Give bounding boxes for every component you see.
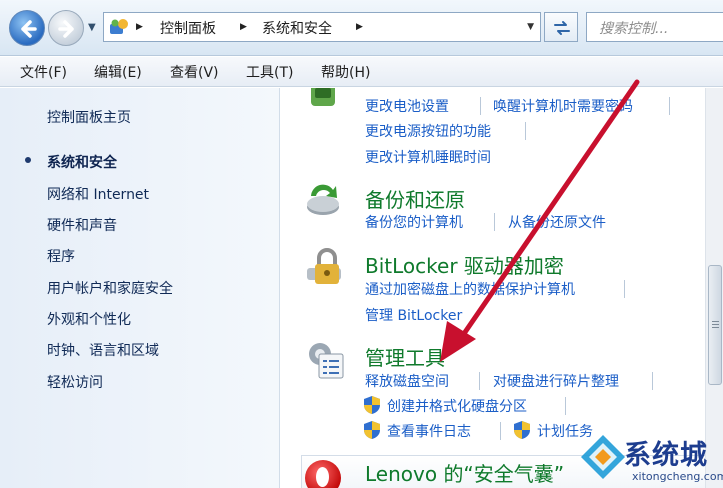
nav-item-clock-language[interactable]: 时钟、语言和区域 bbox=[47, 340, 159, 360]
breadcrumb-system-security[interactable]: 系统和安全 bbox=[262, 18, 332, 38]
refresh-icon bbox=[554, 21, 570, 35]
nav-item-appearance[interactable]: 外观和个性化 bbox=[47, 309, 131, 329]
address-dropdown-icon[interactable]: ▼ bbox=[527, 22, 534, 32]
nav-control-panel-home[interactable]: 控制面板主页 bbox=[47, 107, 131, 127]
main-content: 更改电池设置 唤醒计算机时需要密码 更改电源按钮的功能 更改计算机睡眠时间 备份… bbox=[281, 88, 705, 488]
link-change-battery-settings[interactable]: 更改电池设置 bbox=[365, 96, 449, 116]
link-protect-data-encryption[interactable]: 通过加密磁盘上的数据保护计算机 bbox=[365, 279, 575, 299]
link-view-event-logs[interactable]: 查看事件日志 bbox=[387, 421, 471, 441]
link-divider bbox=[500, 422, 501, 440]
link-free-disk-space[interactable]: 释放磁盘空间 bbox=[365, 371, 449, 391]
back-arrow-icon bbox=[21, 20, 37, 38]
link-create-format-partitions[interactable]: 创建并格式化硬盘分区 bbox=[387, 396, 527, 416]
power-options-icon bbox=[311, 88, 335, 106]
nav-item-ease-of-access[interactable]: 轻松访问 bbox=[47, 372, 103, 392]
admin-tools-icon bbox=[309, 343, 344, 379]
menu-bar: 文件(F) 编辑(E) 查看(V) 工具(T) 帮助(H) bbox=[0, 57, 723, 87]
link-defragment-disk[interactable]: 对硬盘进行碎片整理 bbox=[493, 371, 619, 391]
link-require-password-on-wake[interactable]: 唤醒计算机时需要密码 bbox=[493, 96, 633, 116]
lenovo-airbag-icon bbox=[305, 460, 341, 488]
current-item-bullet-icon bbox=[25, 157, 31, 163]
link-sleep-time[interactable]: 更改计算机睡眠时间 bbox=[365, 147, 491, 167]
address-path-box[interactable]: ▶ 控制面板 ▶ 系统和安全 ▶ ▼ bbox=[103, 12, 541, 42]
link-divider bbox=[494, 213, 495, 231]
breadcrumb-separator-icon[interactable]: ▶ bbox=[240, 22, 247, 32]
link-divider bbox=[480, 97, 481, 115]
menu-file[interactable]: 文件(F) bbox=[20, 62, 67, 82]
scrollbar-thumb[interactable] bbox=[708, 265, 722, 385]
link-restore-from-backup[interactable]: 从备份还原文件 bbox=[508, 212, 606, 232]
link-manage-bitlocker[interactable]: 管理 BitLocker bbox=[365, 305, 462, 325]
breadcrumb-separator-icon[interactable]: ▶ bbox=[356, 22, 363, 32]
nav-item-programs[interactable]: 程序 bbox=[47, 246, 75, 266]
backup-restore-icon bbox=[307, 184, 339, 215]
recent-pages-dropdown[interactable]: ▼ bbox=[88, 22, 96, 33]
link-divider bbox=[565, 397, 566, 415]
watermark-url: xitongcheng.com bbox=[632, 470, 723, 483]
menu-tools[interactable]: 工具(T) bbox=[246, 62, 293, 82]
link-divider bbox=[624, 280, 625, 298]
link-divider bbox=[525, 122, 526, 140]
category-title-bitlocker[interactable]: BitLocker 驱动器加密 bbox=[365, 250, 564, 279]
nav-item-hardware-sound[interactable]: 硬件和声音 bbox=[47, 215, 117, 235]
breadcrumb-separator-icon[interactable]: ▶ bbox=[136, 22, 143, 32]
watermark-title: 系统城 bbox=[624, 440, 708, 471]
bitlocker-icon bbox=[307, 248, 341, 284]
category-title-lenovo-airbag[interactable]: Lenovo 的“安全气囊” bbox=[365, 458, 564, 487]
category-title-backup-restore[interactable]: 备份和还原 bbox=[365, 184, 465, 213]
category-title-admin-tools[interactable]: 管理工具 bbox=[365, 342, 445, 371]
uac-shield-icon bbox=[364, 421, 380, 439]
link-power-button-function[interactable]: 更改电源按钮的功能 bbox=[365, 121, 491, 141]
menu-help[interactable]: 帮助(H) bbox=[321, 62, 370, 82]
vertical-scrollbar[interactable] bbox=[705, 88, 723, 488]
breadcrumb-control-panel[interactable]: 控制面板 bbox=[160, 18, 216, 38]
link-divider bbox=[669, 97, 670, 115]
nav-item-system-security[interactable]: 系统和安全 bbox=[47, 152, 117, 172]
menu-edit[interactable]: 编辑(E) bbox=[94, 62, 142, 82]
refresh-button[interactable] bbox=[544, 12, 578, 42]
link-divider bbox=[652, 372, 653, 390]
forward-arrow-icon bbox=[58, 20, 74, 38]
back-button[interactable] bbox=[9, 10, 45, 46]
control-panel-icon bbox=[110, 19, 128, 34]
link-backup-computer[interactable]: 备份您的计算机 bbox=[365, 212, 463, 232]
address-toolbar: ▼ ▶ 控制面板 ▶ 系统和安全 ▶ ▼ 搜索控制... bbox=[0, 0, 723, 56]
menu-view[interactable]: 查看(V) bbox=[170, 62, 219, 82]
nav-item-network-internet[interactable]: 网络和 Internet bbox=[47, 184, 149, 204]
search-placeholder: 搜索控制... bbox=[599, 21, 669, 37]
search-input[interactable]: 搜索控制... bbox=[586, 12, 723, 42]
link-divider bbox=[479, 372, 480, 390]
nav-item-user-accounts[interactable]: 用户帐户和家庭安全 bbox=[47, 278, 173, 298]
uac-shield-icon bbox=[364, 396, 380, 414]
uac-shield-icon bbox=[514, 421, 530, 439]
forward-button[interactable] bbox=[48, 10, 84, 46]
